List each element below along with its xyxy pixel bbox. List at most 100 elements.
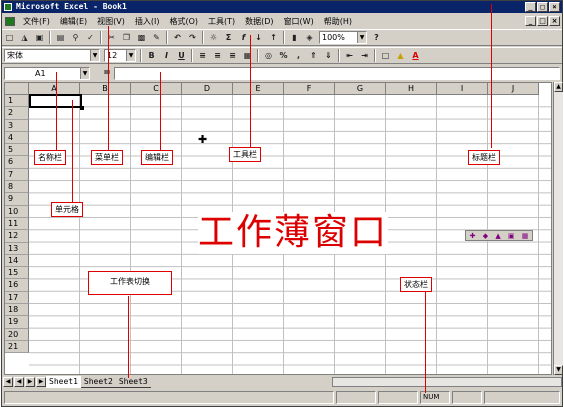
horizontal-scrollbar[interactable] [332,377,562,387]
prev-sheet-icon[interactable]: ◀ [14,377,24,387]
row-header[interactable]: 21 [5,340,29,354]
chevron-down-icon[interactable]: ▼ [90,50,99,61]
workbook-icon[interactable] [5,16,15,26]
new-icon[interactable]: □ [3,31,16,44]
borders-icon[interactable]: □ [379,49,392,62]
next-sheet-icon[interactable]: ▶ [25,377,35,387]
row-header[interactable]: 16 [5,279,29,292]
paste-icon[interactable]: ▩ [135,31,148,44]
row-header[interactable]: 1 [5,95,29,108]
copy-icon[interactable]: ❐ [120,31,133,44]
font-select[interactable]: 宋体 ▼ [4,49,100,62]
format-painter-icon[interactable]: ✎ [150,31,163,44]
open-icon[interactable]: ◮ [18,31,31,44]
align-left-icon[interactable]: ≡ [196,49,209,62]
column-header[interactable]: E [233,83,284,95]
increase-indent-icon[interactable]: ⇥ [358,49,371,62]
column-header[interactable]: I [437,83,488,95]
undo-icon[interactable]: ↶ [171,31,184,44]
row-header[interactable]: 9 [5,193,29,206]
bold-button[interactable]: B [145,49,158,62]
column-header[interactable]: F [284,83,335,95]
row-header[interactable]: 12 [5,230,29,243]
save-icon[interactable]: ▣ [33,31,46,44]
decrease-indent-icon[interactable]: ⇤ [343,49,356,62]
row-header[interactable]: 5 [5,144,29,157]
drawing-icon[interactable]: ◈ [303,31,316,44]
formula-input[interactable] [114,66,560,80]
workbook-close-button[interactable]: × [549,16,560,26]
merge-center-icon[interactable]: ▦ [241,49,254,62]
column-header[interactable]: G [335,83,386,95]
select-all-button[interactable] [5,83,29,95]
print-icon[interactable]: ▤ [54,31,67,44]
row-header[interactable]: 2 [5,107,29,120]
sheet-tab-1[interactable]: Sheet1 [46,376,81,388]
row-header[interactable]: 19 [5,316,29,329]
row-header[interactable]: 4 [5,131,29,145]
sort-asc-icon[interactable]: ↓ [252,31,265,44]
row-header[interactable]: 3 [5,119,29,132]
row-header[interactable]: 8 [5,181,29,194]
row-header[interactable]: 14 [5,254,29,268]
workbook-restore-button[interactable]: □ [537,16,548,26]
underline-button[interactable]: U [175,49,188,62]
tool-icon[interactable]: ◆ [483,232,488,240]
name-box[interactable]: A1 ▼ [4,66,90,80]
print-preview-icon[interactable]: ⚲ [69,31,82,44]
column-header[interactable]: D [182,83,233,95]
floating-toolbar[interactable]: ✚ ◆ ▲ ▣ ▦ [465,230,533,241]
move-icon[interactable]: ✚ [470,232,476,240]
row-header[interactable]: 18 [5,304,29,317]
title-bar[interactable]: Microsoft Excel - Book1 _ □ × [2,1,562,13]
decrease-decimal-icon[interactable]: ⇓ [322,49,335,62]
menu-insert[interactable]: 插入(I) [130,16,165,27]
percent-button[interactable]: % [277,49,290,62]
menu-file[interactable]: 文件(F) [18,16,55,27]
column-header[interactable]: H [386,83,437,95]
scroll-up-icon[interactable]: ▲ [554,82,563,92]
comma-button[interactable]: , [292,49,305,62]
row-header[interactable]: 17 [5,291,29,305]
chevron-down-icon[interactable]: ▼ [357,32,366,43]
menu-window[interactable]: 窗口(W) [279,16,319,27]
increase-decimal-icon[interactable]: ⇑ [307,49,320,62]
minimize-button[interactable]: _ [525,2,536,12]
equals-button[interactable]: = [100,68,114,78]
chevron-down-icon[interactable]: ▼ [126,50,135,61]
spelling-icon[interactable]: ✓ [84,31,97,44]
font-color-button[interactable]: A [409,49,422,62]
row-header[interactable]: 6 [5,156,29,169]
row-header[interactable]: 11 [5,217,29,231]
tool-icon[interactable]: ▲ [495,232,500,240]
column-header[interactable]: C [131,83,182,95]
menu-edit[interactable]: 编辑(E) [55,16,92,27]
vertical-scrollbar[interactable]: ▲ ▼ [553,82,563,375]
column-header[interactable]: B [80,83,131,95]
sort-desc-icon[interactable]: ↑ [267,31,280,44]
menu-help[interactable]: 帮助(H) [319,16,357,27]
function-icon[interactable]: f [237,31,250,44]
last-sheet-icon[interactable]: ▶ [36,377,46,387]
align-center-icon[interactable]: ≡ [211,49,224,62]
hyperlink-icon[interactable]: ☼ [207,31,220,44]
column-header[interactable]: J [488,83,539,95]
scroll-down-icon[interactable]: ▼ [554,365,563,375]
menu-format[interactable]: 格式(O) [164,16,203,27]
first-sheet-icon[interactable]: ◀ [3,377,13,387]
currency-icon[interactable]: ◎ [262,49,275,62]
help-button[interactable]: ? [370,31,383,44]
tool-icon[interactable]: ▦ [522,232,529,240]
maximize-button[interactable]: □ [537,2,548,12]
excel-app-icon[interactable] [4,3,12,11]
tool-icon[interactable]: ▣ [508,232,515,240]
row-header[interactable]: 20 [5,328,29,341]
align-right-icon[interactable]: ≡ [226,49,239,62]
chart-wizard-icon[interactable]: ▮ [288,31,301,44]
workbook-minimize-button[interactable]: _ [525,16,536,26]
sheet-tab-3[interactable]: Sheet3 [115,376,151,388]
autosum-icon[interactable]: Σ [222,31,235,44]
row-header[interactable]: 10 [5,205,29,218]
italic-button[interactable]: I [160,49,173,62]
sheet-tab-2[interactable]: Sheet2 [80,376,116,388]
